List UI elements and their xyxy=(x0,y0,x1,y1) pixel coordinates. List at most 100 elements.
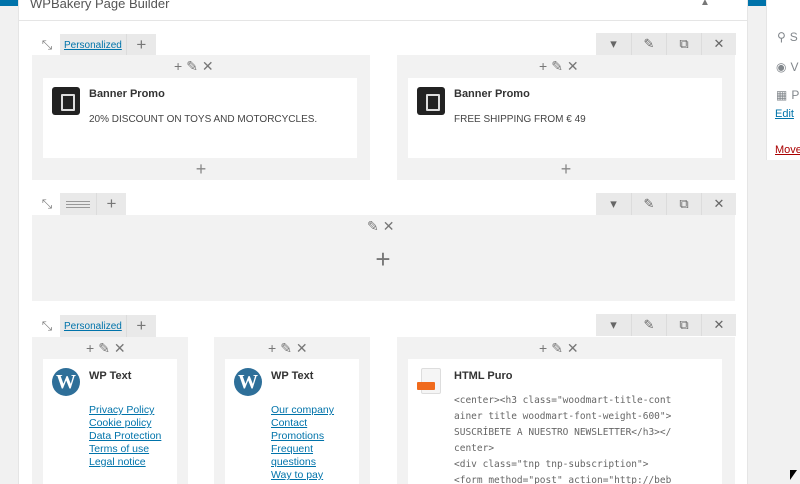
code-line: center> xyxy=(454,443,495,454)
link-list: Privacy Policy Cookie policy Data Protec… xyxy=(89,404,161,469)
banner-promo-icon xyxy=(52,87,80,115)
move-row-icon[interactable]: ⤡ xyxy=(34,315,60,337)
close-icon[interactable]: ✕ xyxy=(567,58,579,74)
link[interactable]: Data Protection xyxy=(89,430,161,443)
code-line: <form method="post" action="http://beb xyxy=(454,475,672,484)
close-icon[interactable]: ✕ xyxy=(202,58,214,74)
move-row-icon[interactable]: ⤡ xyxy=(34,34,60,56)
link[interactable]: Cookie policy xyxy=(89,417,161,430)
code-line: <center><h3 class="woodmart-title-cont xyxy=(454,395,672,406)
pencil-icon[interactable]: ✎ xyxy=(551,58,563,74)
close-icon[interactable]: ✕ xyxy=(383,218,395,234)
wordpress-icon: W xyxy=(234,368,262,396)
close-icon[interactable]: ✕ xyxy=(567,340,579,356)
row-layout-label[interactable]: Personalized xyxy=(64,321,122,332)
code-line: ainer title woodmart-font-weight-600"> xyxy=(454,411,672,422)
move-to-trash-link[interactable]: Move xyxy=(775,144,800,156)
copy-icon[interactable]: ⧉ xyxy=(666,314,701,336)
caret-down-icon[interactable]: ▾ xyxy=(596,193,631,215)
link[interactable]: questions xyxy=(271,456,334,469)
copy-icon[interactable]: ⧉ xyxy=(666,33,701,55)
pencil-icon[interactable]: ✎ xyxy=(631,193,666,215)
sidebar-item: ⚲ S xyxy=(777,30,798,44)
plus-icon[interactable]: + xyxy=(539,340,547,356)
element-banner-promo[interactable]: Banner Promo FREE SHIPPING FROM € 49 xyxy=(408,78,722,158)
layout-lines-icon xyxy=(64,193,92,215)
add-column-icon[interactable]: + xyxy=(125,34,156,56)
code-line: SUSCRÍBETE A NUESTRO NEWSLETTER</h3></ xyxy=(454,427,672,438)
link[interactable]: Legal notice xyxy=(89,456,161,469)
publish-sidebar xyxy=(766,0,800,160)
close-icon[interactable]: ✕ xyxy=(114,340,126,356)
row-layout-tab[interactable]: Personalized xyxy=(60,315,126,337)
empty-column: ✎ ✕ + xyxy=(32,215,735,301)
column-controls: + ✎ ✕ xyxy=(539,58,579,74)
mouse-cursor-icon xyxy=(790,470,797,480)
link-list: Our company Contact Promotions Frequent … xyxy=(271,404,334,482)
element-title: WP Text xyxy=(271,370,314,382)
panel-divider xyxy=(18,20,748,21)
row-layout-tab[interactable] xyxy=(60,193,96,215)
row-layout-label[interactable]: Personalized xyxy=(64,40,122,51)
link[interactable]: Privacy Policy xyxy=(89,404,161,417)
row-3-left-controls: ⤡ Personalized + xyxy=(34,315,156,337)
close-icon[interactable]: ✕ xyxy=(701,193,736,215)
pencil-icon[interactable]: ✎ xyxy=(551,340,563,356)
element-text: FREE SHIPPING FROM € 49 xyxy=(454,114,586,125)
calendar-icon: ▦ xyxy=(776,88,788,102)
link[interactable]: Frequent xyxy=(271,443,334,456)
caret-down-icon[interactable]: ▾ xyxy=(596,314,631,336)
link[interactable]: Terms of use xyxy=(89,443,161,456)
caret-down-icon[interactable]: ▾ xyxy=(596,33,631,55)
banner-promo-icon xyxy=(417,87,445,115)
close-icon[interactable]: ✕ xyxy=(296,340,308,356)
element-banner-promo[interactable]: Banner Promo 20% DISCOUNT ON TOYS AND MO… xyxy=(43,78,357,158)
row-layout-tab[interactable]: Personalized xyxy=(60,34,126,56)
close-icon[interactable]: ✕ xyxy=(701,314,736,336)
code-line: <div class="tnp tnp-subscription"> xyxy=(454,459,649,470)
element-title: Banner Promo xyxy=(454,88,530,100)
element-title: WP Text xyxy=(89,370,132,382)
plus-icon[interactable]: + xyxy=(268,340,276,356)
element-html[interactable]: HTML Puro <center><h3 class="woodmart-ti… xyxy=(408,359,722,484)
panel-title: WPBakery Page Builder xyxy=(30,0,170,11)
sidebar-item-label: S xyxy=(789,30,798,44)
link[interactable]: Our company xyxy=(271,404,334,417)
add-element-icon[interactable]: + xyxy=(191,160,211,178)
row-1-left-controls: ⤡ Personalized + xyxy=(34,34,156,56)
column: + ✎ ✕ Banner Promo 20% DISCOUNT ON TOYS … xyxy=(32,55,370,180)
add-column-icon[interactable]: + xyxy=(125,315,156,337)
edit-link[interactable]: Edit xyxy=(775,108,794,120)
link[interactable]: Contact xyxy=(271,417,334,430)
code-preview: <center><h3 class="woodmart-title-cont ai… xyxy=(454,393,671,484)
pin-icon: ⚲ xyxy=(777,30,786,44)
plus-icon[interactable]: + xyxy=(174,58,182,74)
pencil-icon[interactable]: ✎ xyxy=(186,58,198,74)
row-2-left-controls: ⤡ + xyxy=(34,193,126,215)
eye-icon: ◉ xyxy=(776,60,787,74)
pencil-icon[interactable]: ✎ xyxy=(280,340,292,356)
copy-icon[interactable]: ⧉ xyxy=(666,193,701,215)
column: + ✎ ✕ Banner Promo FREE SHIPPING FROM € … xyxy=(397,55,735,180)
move-row-icon[interactable]: ⤡ xyxy=(34,193,60,215)
close-icon[interactable]: ✕ xyxy=(701,33,736,55)
sidebar-item: ▦ P xyxy=(776,88,799,102)
element-wp-text[interactable]: W WP Text Our company Contact Promotions… xyxy=(225,359,359,484)
column: + ✎ ✕ W WP Text Privacy Policy Cookie po… xyxy=(32,337,188,484)
pencil-icon[interactable]: ✎ xyxy=(631,33,666,55)
pencil-icon[interactable]: ✎ xyxy=(367,218,379,234)
element-wp-text[interactable]: W WP Text Privacy Policy Cookie policy D… xyxy=(43,359,177,484)
caret-up-icon[interactable]: ▲ xyxy=(700,0,710,8)
column-controls: + ✎ ✕ xyxy=(174,58,214,74)
column-controls: + ✎ ✕ xyxy=(539,340,579,356)
column-controls: ✎ ✕ xyxy=(367,218,394,234)
link[interactable]: Way to pay xyxy=(271,469,334,482)
add-column-icon[interactable]: + xyxy=(96,193,126,215)
plus-icon[interactable]: + xyxy=(539,58,547,74)
add-element-icon[interactable]: + xyxy=(556,160,576,178)
pencil-icon[interactable]: ✎ xyxy=(631,314,666,336)
pencil-icon[interactable]: ✎ xyxy=(98,340,110,356)
link[interactable]: Promotions xyxy=(271,430,334,443)
plus-icon[interactable]: + xyxy=(86,340,94,356)
add-element-icon[interactable]: + xyxy=(368,246,398,272)
